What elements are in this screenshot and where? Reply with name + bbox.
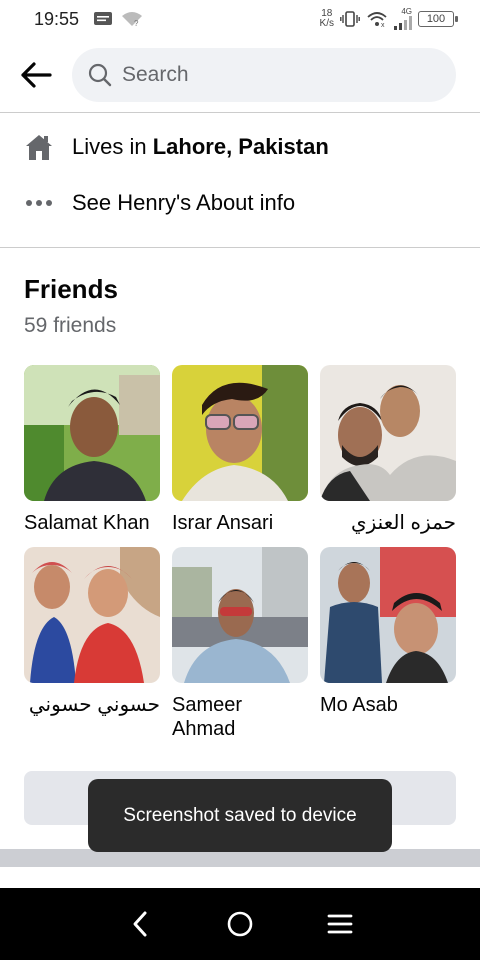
search-placeholder: Search — [122, 63, 189, 86]
status-bar: 19:55 ? 18 K/s x 4G 100 — [0, 0, 480, 38]
chevron-left-icon — [133, 911, 147, 937]
search-input[interactable]: Search — [72, 48, 456, 102]
friend-name[interactable]: Salamat Khan — [24, 511, 160, 535]
system-nav-bar — [0, 888, 480, 960]
vibrate-icon — [340, 11, 360, 27]
home-circle-icon — [227, 911, 253, 937]
friends-title: Friends — [24, 274, 118, 304]
nav-home-button[interactable] — [220, 904, 260, 944]
wifi-icon: x — [367, 12, 387, 27]
net-speed: 18 K/s — [319, 8, 334, 29]
message-notification-icon — [94, 12, 113, 25]
friend-card[interactable]: Sameer Ahmad — [172, 547, 308, 741]
back-button[interactable] — [18, 57, 54, 93]
friend-card[interactable]: Mo Asab — [320, 547, 456, 717]
friend-photo[interactable] — [172, 365, 308, 501]
friend-photo[interactable] — [320, 547, 456, 683]
lives-in-row: Lives in Lahore, Pakistan — [24, 132, 329, 162]
nav-menu-button[interactable] — [320, 904, 360, 944]
lives-in-place[interactable]: Lahore, Pakistan — [153, 134, 329, 160]
header: Search — [0, 38, 480, 113]
about-info-row[interactable]: See Henry's About info — [24, 188, 295, 218]
home-icon — [24, 132, 54, 162]
more-dots-icon — [24, 188, 54, 218]
friend-card[interactable]: Salamat Khan — [24, 365, 160, 535]
friend-card[interactable]: حمزه العنزي — [320, 365, 456, 535]
friend-photo[interactable] — [172, 547, 308, 683]
friends-count[interactable]: 59 friends — [24, 314, 116, 338]
about-info-link[interactable]: See Henry's About info — [72, 190, 295, 216]
friend-name[interactable]: حمزه العنزي — [320, 511, 456, 535]
friend-photo[interactable] — [320, 365, 456, 501]
friend-photo[interactable] — [24, 365, 160, 501]
friend-name[interactable]: حسوني حسوني — [24, 693, 160, 717]
friend-photo[interactable] — [24, 547, 160, 683]
status-time: 19:55 — [34, 8, 80, 29]
intro-section: Lives in Lahore, Pakistan See Henry's Ab… — [0, 114, 480, 248]
toast-message: Screenshot saved to device — [88, 779, 392, 852]
friend-card[interactable]: حسوني حسوني — [24, 547, 160, 717]
friend-name[interactable]: Sameer Ahmad — [172, 693, 308, 741]
wifi-question-icon: ? — [122, 12, 143, 27]
menu-icon — [327, 914, 353, 934]
back-arrow-icon — [21, 62, 52, 88]
search-icon — [88, 63, 112, 87]
friend-name[interactable]: Israr Ansari — [172, 511, 308, 535]
friend-name[interactable]: Mo Asab — [320, 693, 456, 717]
svg-text:?: ? — [134, 19, 139, 27]
friend-card[interactable]: Israr Ansari — [172, 365, 308, 535]
network-type: 4G — [401, 7, 412, 16]
lives-in-label: Lives in — [72, 134, 153, 159]
battery-indicator: 100 — [418, 11, 458, 27]
svg-text:x: x — [381, 22, 385, 27]
nav-back-button[interactable] — [120, 904, 160, 944]
signal-icon — [394, 16, 412, 30]
